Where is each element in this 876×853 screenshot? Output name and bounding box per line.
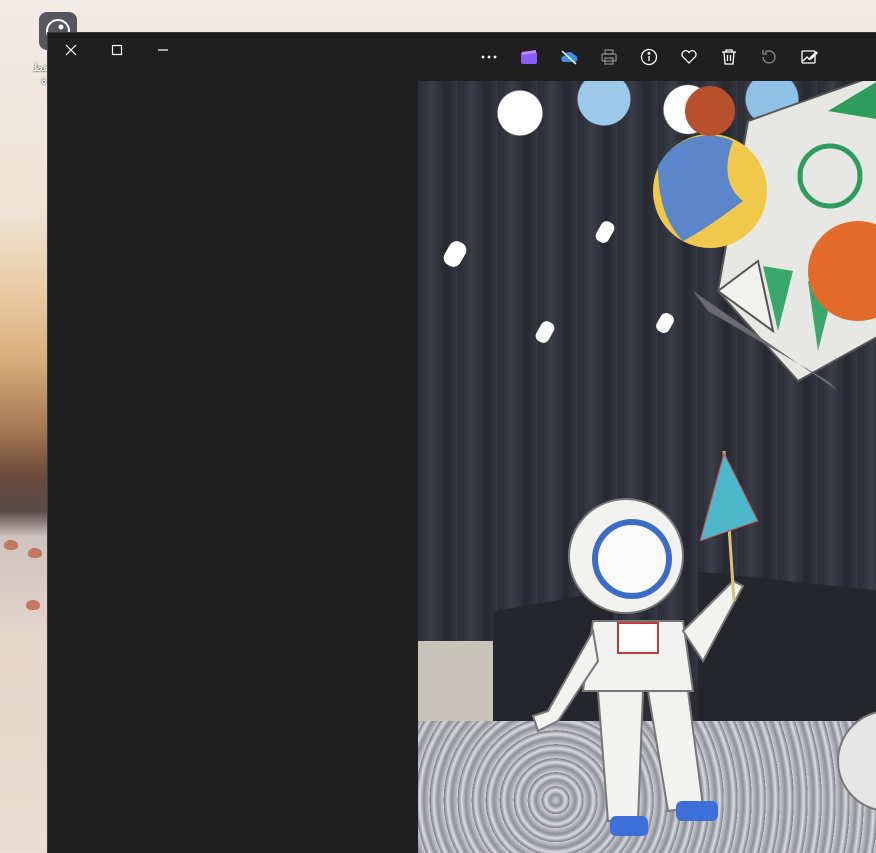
info-button[interactable] — [630, 41, 668, 73]
edit-image-icon — [801, 50, 818, 64]
delete-icon — [722, 49, 736, 65]
photo-astronaut-scene[interactable] — [418, 81, 876, 853]
title-bar — [48, 33, 876, 81]
print-button[interactable] — [590, 41, 628, 73]
minimize-button[interactable] — [140, 33, 186, 67]
paper-astronaut — [531, 450, 759, 836]
flamingo — [26, 600, 40, 610]
maximize-icon — [111, 44, 123, 56]
rotate-button[interactable] — [750, 41, 788, 73]
edit-image-button[interactable] — [790, 41, 828, 73]
delete-button[interactable] — [710, 41, 748, 73]
clipchamp-icon — [521, 50, 537, 64]
clipchamp-button[interactable] — [510, 41, 548, 73]
minimize-icon — [158, 49, 168, 51]
rotate-icon — [762, 50, 776, 64]
onedrive-icon — [561, 50, 578, 65]
close-icon — [65, 44, 77, 56]
close-button[interactable] — [48, 33, 94, 67]
flamingo — [28, 548, 42, 558]
favorite-icon — [681, 50, 697, 64]
more-options-icon — [481, 55, 497, 59]
print-icon — [601, 49, 617, 65]
onedrive-button[interactable] — [550, 41, 588, 73]
scene-drawing — [443, 81, 876, 836]
favorite-button[interactable] — [670, 41, 708, 73]
photos-window — [47, 32, 876, 853]
maximize-button[interactable] — [94, 33, 140, 67]
more-options-button[interactable] — [470, 41, 508, 73]
flamingo — [4, 540, 18, 550]
info-icon — [640, 48, 658, 66]
